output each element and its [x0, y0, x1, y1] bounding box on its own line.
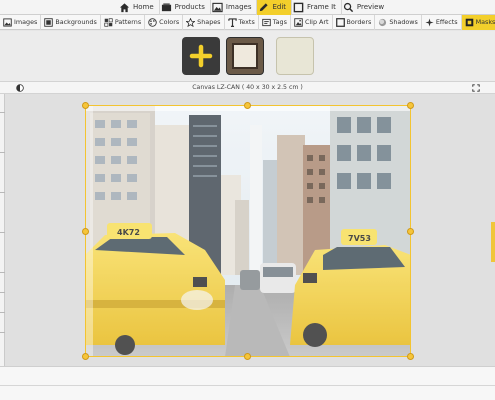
tool-masks[interactable]: Masks [461, 14, 495, 30]
border-icon [335, 17, 345, 27]
magnifier-icon [343, 2, 354, 12]
ruler-tick [0, 232, 5, 233]
resize-handle-bottom-center[interactable] [244, 353, 251, 360]
nav-products[interactable]: Products [160, 0, 211, 15]
home-icon [119, 2, 130, 12]
resize-handle-top-right[interactable] [407, 102, 414, 109]
mask-thumbnail-paper[interactable] [276, 37, 314, 75]
tool-masks-label: Masks [475, 18, 495, 26]
tool-shadows[interactable]: Shadows [375, 14, 422, 30]
canvas-photo[interactable]: 4K72 7V53 [85, 105, 411, 357]
nav-edit[interactable]: Edit [257, 0, 293, 15]
expand-icon[interactable] [472, 84, 480, 92]
bottom-divider [0, 385, 495, 386]
city-street-taxi-image: 4K72 7V53 [85, 105, 411, 357]
tool-backgrounds-label: Backgrounds [55, 18, 97, 26]
resize-handle-top-center[interactable] [244, 102, 251, 109]
resize-handle-top-left[interactable] [82, 102, 89, 109]
patterns-icon [104, 17, 113, 27]
mask-thumbnail-preview [232, 43, 258, 69]
tool-tags-label: Tags [272, 18, 287, 26]
tool-patterns[interactable]: Patterns [101, 14, 146, 30]
tool-effects-label: Effects [435, 18, 458, 26]
resize-handle-bottom-left[interactable] [82, 353, 89, 360]
nav-products-label: Products [174, 3, 205, 11]
tool-shadows-label: Shadows [389, 18, 418, 26]
palette-icon [148, 17, 157, 27]
canvas-title: Canvas LZ-CAN ( 40 x 30 x 2.5 cm ) [192, 84, 303, 91]
tool-clip-art[interactable]: Clip Art [291, 14, 333, 30]
ruler-tick [0, 292, 5, 293]
tool-colors-label: Colors [159, 18, 180, 26]
nav-home[interactable]: Home [118, 0, 160, 15]
add-mask-button[interactable] [182, 37, 220, 75]
tool-images[interactable]: Images [0, 14, 42, 30]
canvas-header: Canvas LZ-CAN ( 40 x 30 x 2.5 cm ) [0, 81, 495, 94]
images-icon [212, 2, 223, 12]
left-ruler [0, 94, 5, 366]
plus-icon [189, 44, 213, 68]
nav-preview[interactable]: Preview [342, 0, 389, 15]
tool-colors[interactable]: Colors [145, 14, 184, 30]
shadow-icon [379, 18, 387, 26]
tool-shapes-label: Shapes [197, 18, 221, 26]
nav-home-label: Home [133, 3, 154, 11]
tool-backgrounds[interactable]: Backgrounds [41, 14, 101, 30]
tool-borders[interactable]: Borders [333, 14, 376, 30]
tool-clip-art-label: Clip Art [304, 18, 329, 26]
text-icon [227, 17, 237, 27]
tool-effects[interactable]: Effects [422, 14, 462, 30]
mask-thumbnail-grunge[interactable] [226, 37, 264, 75]
products-icon [161, 2, 171, 11]
tool-texts-label: Texts [238, 18, 255, 26]
nav-preview-label: Preview [356, 3, 385, 11]
top-nav: Home Products Images Edit Frame It Previ… [0, 0, 495, 15]
side-panel-tab[interactable] [491, 222, 495, 262]
resize-handle-middle-left[interactable] [82, 228, 89, 235]
bottom-panel [0, 366, 495, 400]
nav-edit-label: Edit [272, 3, 287, 11]
tool-tags[interactable]: Tags [259, 14, 291, 30]
tool-bar: Images Backgrounds Patterns Colors Shape… [0, 14, 495, 30]
ruler-tick [0, 272, 5, 273]
images-icon [3, 17, 12, 27]
tool-images-label: Images [14, 18, 38, 26]
nav-images[interactable]: Images [211, 0, 258, 15]
mask-thumbnail-strip [0, 31, 495, 81]
frame-icon [293, 2, 304, 12]
nav-frame-it-label: Frame It [307, 3, 336, 11]
nav-frame-it[interactable]: Frame It [292, 0, 342, 15]
ruler-tick [0, 192, 5, 193]
star-icon [186, 17, 196, 27]
tag-icon [262, 18, 271, 26]
editor-app: Home Products Images Edit Frame It Previ… [0, 0, 495, 400]
tool-borders-label: Borders [346, 18, 372, 26]
tool-patterns-label: Patterns [114, 18, 142, 26]
sparkle-icon [425, 17, 434, 27]
ruler-tick [0, 332, 5, 333]
ruler-tick [0, 152, 5, 153]
nav-images-label: Images [225, 3, 252, 11]
tool-texts[interactable]: Texts [225, 14, 259, 30]
resize-handle-bottom-right[interactable] [407, 353, 414, 360]
clipart-icon [294, 17, 303, 27]
pencil-icon [260, 2, 269, 11]
tool-shapes[interactable]: Shapes [183, 14, 225, 30]
resize-handle-middle-right[interactable] [407, 228, 414, 235]
ruler-tick [0, 312, 5, 313]
mask-icon [465, 18, 473, 26]
backgrounds-icon [44, 17, 54, 27]
ruler-tick [0, 112, 5, 113]
